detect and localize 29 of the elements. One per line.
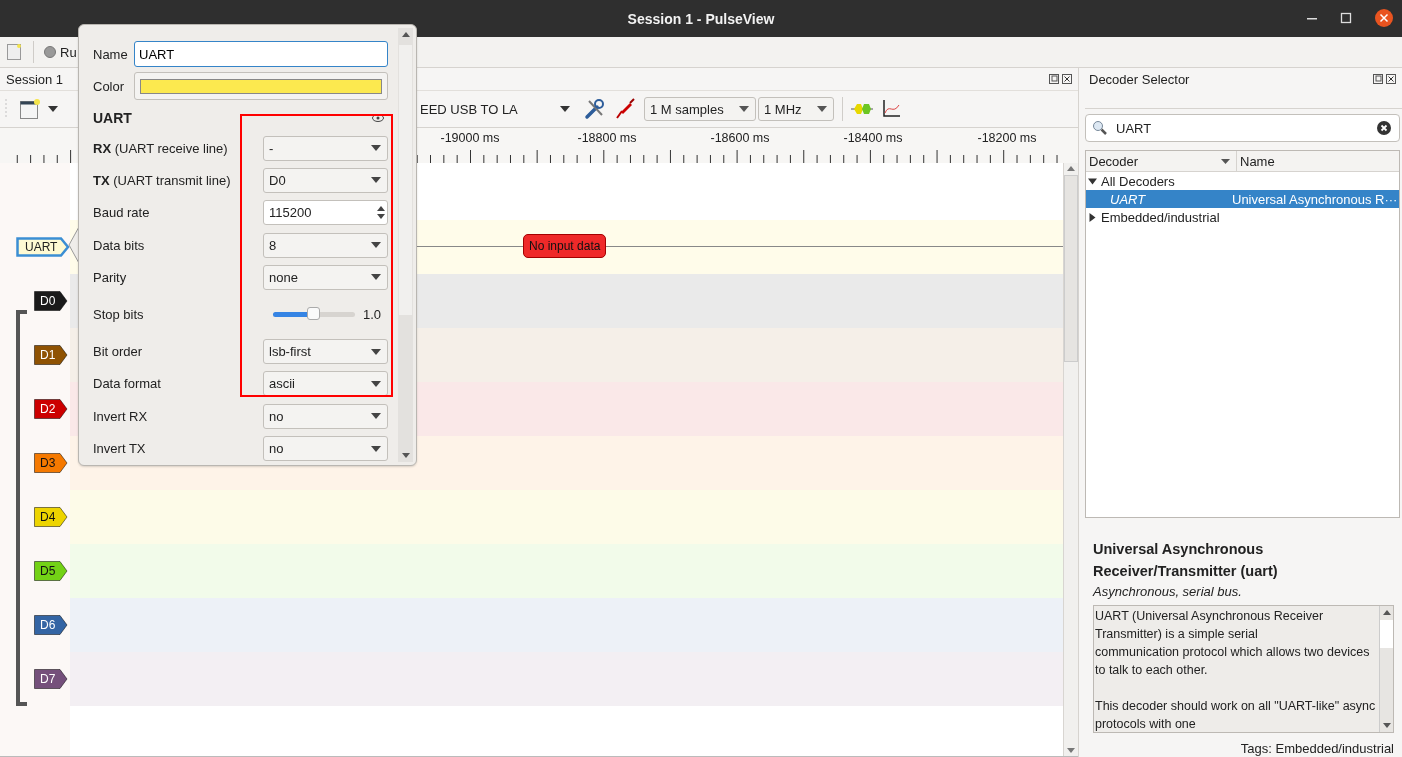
option-label: Invert TX (93, 441, 147, 456)
decoder-title: Universal Asynchronous Receiver/Transmitter (uart) (1093, 540, 1279, 581)
tick-label: -18800 ms (577, 131, 637, 145)
tick-label: -18600 ms (710, 131, 770, 145)
tick-label: -19000 ms (440, 131, 500, 145)
description-text: UART (Universal Asynchronous Receiver Transmitter) is a simple serial communication protocol which allows two devices to talk to each other. (1095, 608, 1371, 679)
option-label: Data bits (93, 237, 146, 253)
option-label: RX (UART receive line) (93, 140, 229, 156)
description-text: This decoder should work on all "UART-like" async protocols with one (1095, 698, 1377, 732)
no-data-badge: No input data (523, 234, 607, 258)
option-label: Baud rate (93, 205, 151, 221)
tick-label: -18200 ms (977, 131, 1037, 145)
tags-label: Tags: Embedded/industrial (1239, 741, 1394, 756)
window-title: Session 1 - PulseView (627, 10, 775, 27)
option-label: Stop bits (93, 307, 145, 322)
decoder-name: Universal Asynchronous R··· (1232, 191, 1398, 207)
option-label: Data format (93, 376, 162, 392)
slider-value: 1.0 (363, 307, 382, 322)
option-label: TX (UART transmit line) (93, 172, 232, 188)
option-label: Invert RX (93, 408, 149, 424)
decoder-subtitle: Asynchronous, serial bus. (1093, 584, 1243, 599)
option-label: Parity (93, 269, 128, 285)
tick-label: -18400 ms (843, 131, 903, 145)
field-label: Color (93, 78, 126, 94)
section-title: UART (93, 110, 132, 126)
decoder-id: UART (1109, 191, 1147, 207)
panel-title: Decoder Selector (1089, 71, 1190, 87)
field-label: Name (93, 46, 129, 62)
option-label: Bit order (93, 344, 144, 360)
